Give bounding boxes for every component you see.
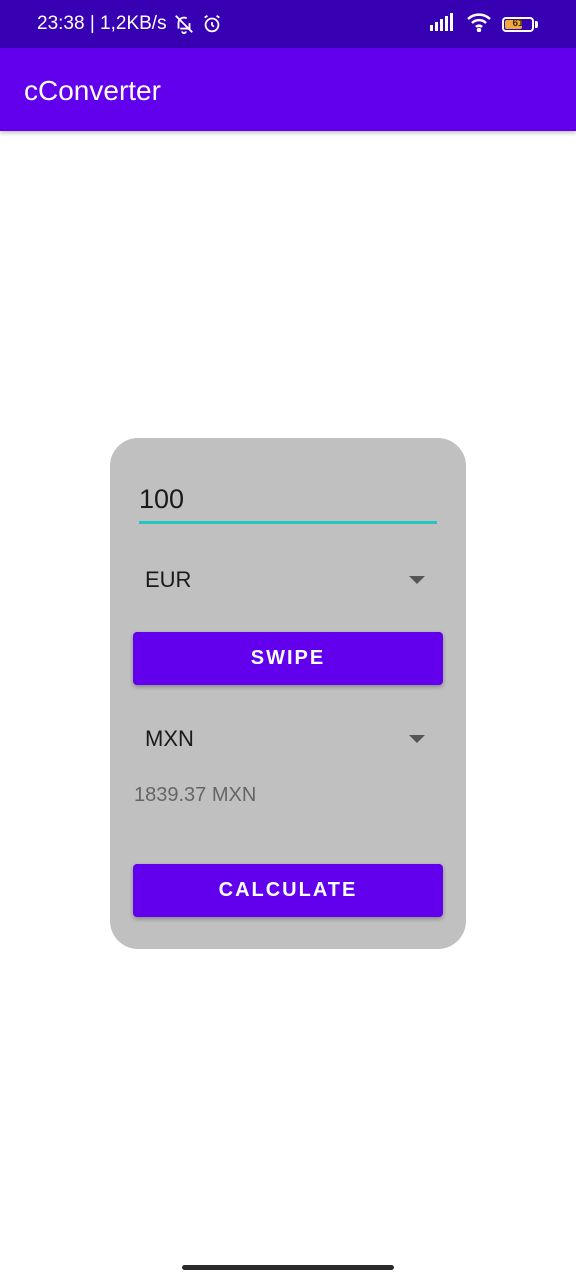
dropdown-arrow-icon <box>409 576 425 584</box>
status-bar: 23:38 | 1,2KB/s 61 <box>0 0 576 48</box>
signal-icon <box>430 12 456 36</box>
calculate-button[interactable]: CALCULATE <box>133 864 443 917</box>
amount-input[interactable] <box>139 478 437 524</box>
battery-icon: 61 <box>502 16 538 32</box>
converter-card: EUR SWIPE MXN 1839.37 MXN CALCULATE <box>110 438 466 949</box>
status-right: 61 <box>430 0 538 48</box>
app-title: cConverter <box>24 75 161 106</box>
status-left: 23:38 | 1,2KB/s <box>37 0 223 48</box>
bell-off-icon <box>173 13 195 35</box>
to-currency-value: MXN <box>145 726 194 751</box>
app-bar: cConverter <box>0 48 576 131</box>
dropdown-arrow-icon <box>409 735 425 743</box>
status-time-speed: 23:38 | 1,2KB/s <box>37 13 167 34</box>
to-currency-spinner[interactable]: MXN <box>133 711 443 767</box>
battery-level: 61 <box>512 17 524 29</box>
alarm-icon <box>201 13 223 35</box>
result-text: 1839.37 MXN <box>134 784 257 806</box>
from-currency-spinner[interactable]: EUR <box>133 552 443 608</box>
battery-body: 61 <box>502 16 534 32</box>
home-indicator[interactable] <box>182 1265 394 1270</box>
battery-cap <box>535 20 538 28</box>
from-currency-value: EUR <box>145 567 192 592</box>
swipe-button[interactable]: SWIPE <box>133 632 443 685</box>
wifi-icon <box>466 12 492 37</box>
